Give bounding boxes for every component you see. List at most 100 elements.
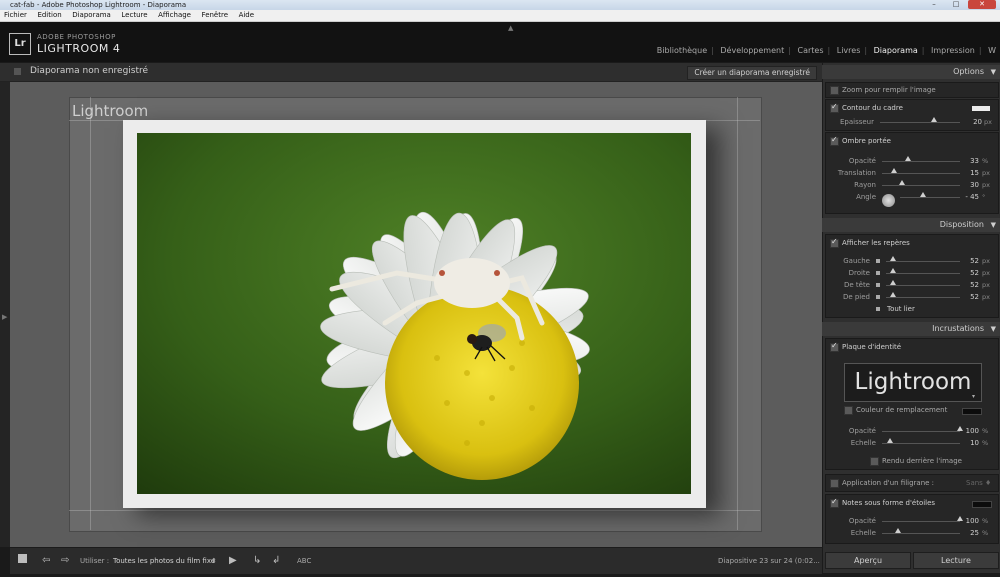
guide-link-icon[interactable] — [876, 271, 880, 275]
stars-opacity-value[interactable]: 100 — [957, 517, 979, 525]
shadow-opacity-knob[interactable] — [904, 156, 911, 161]
layout-section-header[interactable]: Disposition ▼ — [822, 218, 1000, 232]
shadow-opacity-label: Opacité — [848, 157, 876, 165]
select-arrows-icon[interactable]: ⬍ — [211, 557, 217, 565]
stars-scale-slider[interactable] — [882, 533, 960, 534]
stars-scale-value[interactable]: 25 — [957, 529, 979, 537]
top-margin-slider[interactable] — [886, 285, 960, 286]
menu-edit[interactable]: Edition — [37, 11, 61, 19]
identity-plate-overlay[interactable]: Lightroom — [72, 102, 148, 120]
menu-view[interactable]: Affichage — [158, 11, 191, 19]
right-margin-value[interactable]: 52 — [957, 269, 979, 277]
layout-guide-left[interactable] — [90, 97, 91, 530]
zoom-fill-checkbox[interactable] — [830, 86, 839, 95]
shadow-radius-value[interactable]: 30 — [957, 181, 979, 189]
slide-counter: Diapositive 23 sur 24 (0:02... — [718, 557, 820, 565]
render-behind-checkbox[interactable] — [870, 457, 879, 466]
shadow-offset-knob[interactable] — [890, 168, 897, 173]
plate-scale-slider[interactable] — [882, 443, 960, 444]
shadow-offset-value[interactable]: 15 — [957, 169, 979, 177]
module-develop[interactable]: Développement — [720, 46, 784, 55]
preview-button[interactable]: Aperçu — [825, 552, 911, 569]
thickness-slider[interactable] — [880, 122, 960, 123]
menu-file[interactable]: Fichier — [4, 11, 27, 19]
create-saved-slideshow-button[interactable]: Créer un diaporama enregistré — [687, 66, 817, 80]
stars-scale-knob[interactable] — [894, 528, 901, 533]
watermark-select[interactable]: Sans ♦ — [966, 479, 991, 487]
identity-plate-checkbox[interactable] — [830, 341, 839, 352]
overlays-section-header[interactable]: Incrustations ▼ — [822, 322, 1000, 336]
bottom-margin-value[interactable]: 52 — [957, 293, 979, 301]
module-book[interactable]: Livres — [837, 46, 861, 55]
maximize-button[interactable]: □ — [946, 0, 966, 9]
override-color-swatch[interactable] — [962, 408, 982, 415]
identity-dropdown-arrow-icon[interactable]: ▾ — [972, 393, 975, 400]
next-arrow-icon[interactable]: ⇨ — [61, 555, 69, 566]
menu-slideshow[interactable]: Diaporama — [72, 11, 111, 19]
shadow-radius-slider[interactable] — [882, 185, 960, 186]
right-margin-slider[interactable] — [886, 273, 960, 274]
stop-icon[interactable] — [18, 554, 27, 563]
shadow-angle-slider[interactable] — [900, 197, 960, 198]
module-library[interactable]: Bibliothèque — [657, 46, 707, 55]
stars-opacity-slider[interactable] — [882, 521, 960, 522]
play-button[interactable]: Lecture — [913, 552, 999, 569]
use-select[interactable]: Toutes les photos du film fixe — [113, 557, 215, 565]
play-icon[interactable]: ▶ — [229, 555, 237, 566]
left-margin-slider[interactable] — [886, 261, 960, 262]
module-slideshow[interactable]: Diaporama — [874, 46, 918, 55]
guide-link-icon[interactable] — [876, 295, 880, 299]
shadow-opacity-slider[interactable] — [882, 161, 960, 162]
expand-left-arrow-icon[interactable]: ▶ — [2, 313, 7, 321]
shadow-radius-knob[interactable] — [898, 180, 905, 185]
menu-help[interactable]: Aide — [239, 11, 254, 19]
shadow-opacity-value[interactable]: 33 — [957, 157, 979, 165]
angle-dial-icon[interactable] — [882, 194, 895, 207]
bottom-margin-slider[interactable] — [886, 297, 960, 298]
plate-opacity-slider[interactable] — [882, 431, 960, 432]
shadow-angle-value[interactable]: - 45 — [957, 193, 979, 201]
minimize-button[interactable]: – — [924, 0, 944, 9]
module-map[interactable]: Cartes — [797, 46, 823, 55]
link-all-label[interactable]: Tout lier — [887, 305, 915, 313]
shadow-angle-knob[interactable] — [919, 192, 926, 197]
star-color-swatch[interactable] — [972, 501, 992, 508]
options-section-header[interactable]: Options ▼ — [822, 65, 1000, 79]
left-margin-value[interactable]: 52 — [957, 257, 979, 265]
stroke-border-checkbox[interactable] — [830, 102, 839, 113]
menu-window[interactable]: Fenêtre — [202, 11, 228, 19]
override-color-checkbox[interactable] — [844, 406, 853, 415]
layout-guide-bottom[interactable] — [69, 510, 760, 511]
plate-scale-knob[interactable] — [886, 438, 893, 443]
watermark-checkbox[interactable] — [830, 479, 839, 488]
show-guides-checkbox[interactable] — [830, 237, 839, 248]
guide-link-icon[interactable] — [876, 283, 880, 287]
plate-opacity-value[interactable]: 100 — [957, 427, 979, 435]
module-print[interactable]: Impression — [931, 46, 975, 55]
add-text-button[interactable]: ABC — [297, 557, 311, 565]
layout-guide-right[interactable] — [737, 97, 738, 530]
thickness-value[interactable]: 20 — [960, 118, 982, 126]
star-ratings-checkbox[interactable] — [830, 497, 839, 508]
slide-photo[interactable] — [137, 133, 691, 494]
rotate-left-icon[interactable]: ↲ — [272, 555, 280, 566]
identity-plate-preview[interactable]: Lightroom — [844, 363, 982, 402]
top-margin-knob[interactable] — [890, 280, 897, 285]
collapse-top-arrow-icon[interactable]: ▲ — [508, 24, 513, 32]
bottom-margin-knob[interactable] — [890, 292, 897, 297]
border-color-swatch[interactable] — [972, 106, 990, 111]
menu-play[interactable]: Lecture — [121, 11, 147, 19]
module-web[interactable]: W — [988, 46, 996, 55]
rotate-right-icon[interactable]: ↳ — [253, 555, 261, 566]
right-margin-knob[interactable] — [890, 268, 897, 273]
shadow-offset-slider[interactable] — [882, 173, 960, 174]
guide-link-icon[interactable] — [876, 259, 880, 263]
link-all-icon[interactable] — [876, 307, 880, 311]
previous-arrow-icon[interactable]: ⇦ — [42, 555, 50, 566]
thickness-knob[interactable] — [930, 117, 937, 122]
close-button[interactable]: ✕ — [968, 0, 996, 9]
plate-scale-value[interactable]: 10 — [957, 439, 979, 447]
drop-shadow-checkbox[interactable] — [830, 135, 839, 146]
top-margin-value[interactable]: 52 — [957, 281, 979, 289]
left-margin-knob[interactable] — [890, 256, 897, 261]
